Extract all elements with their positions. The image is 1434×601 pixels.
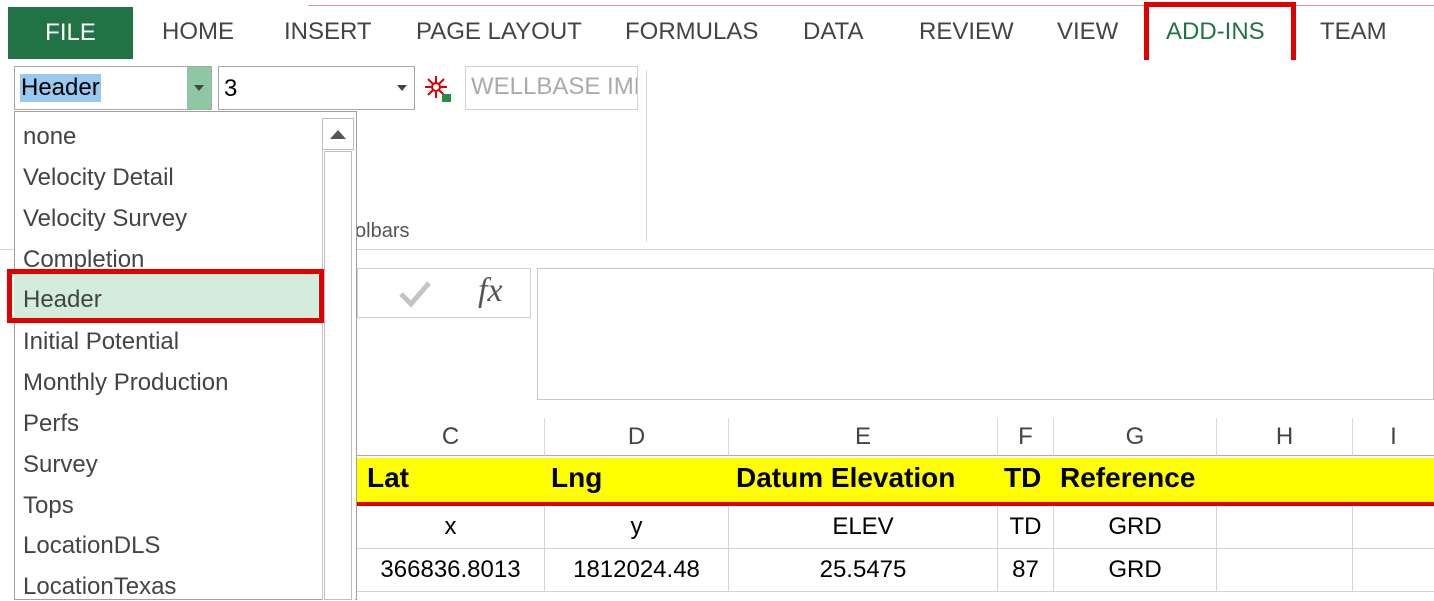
table-cell[interactable]	[1217, 506, 1353, 549]
list-item[interactable]: Survey	[23, 451, 98, 479]
table-cell[interactable]: 25.5475	[729, 549, 998, 592]
table-cell[interactable]	[1353, 549, 1434, 592]
scroll-up-icon[interactable]	[322, 118, 354, 150]
list-item[interactable]: Velocity Survey	[23, 205, 187, 233]
ribbon-group-separator	[646, 70, 647, 242]
wellbase-import-button[interactable]: WELLBASE IMP	[465, 66, 638, 110]
import-star-icon[interactable]	[424, 74, 454, 104]
tab-home[interactable]: HOME	[162, 18, 234, 46]
column-header-i[interactable]: I	[1353, 418, 1434, 456]
tab-data[interactable]: DATA	[803, 18, 863, 46]
add-ins-highlight-box	[1144, 2, 1296, 66]
list-item[interactable]: Velocity Detail	[23, 164, 174, 192]
table-cell[interactable]: x	[357, 506, 545, 549]
tab-review[interactable]: REVIEW	[919, 18, 1014, 46]
list-item[interactable]: LocationDLS	[23, 532, 160, 560]
cell-lat[interactable]: Lat	[367, 462, 409, 494]
type-select[interactable]: Header	[14, 66, 212, 110]
column-header-h[interactable]: H	[1217, 418, 1353, 456]
list-item[interactable]: LocationTexas	[23, 573, 176, 601]
cell-reference[interactable]: Reference	[1060, 462, 1195, 494]
table-cell[interactable]: 87	[998, 549, 1054, 592]
chevron-down-icon[interactable]	[390, 67, 414, 109]
column-header-f[interactable]: F	[998, 418, 1054, 456]
formula-bar-buttons	[357, 268, 531, 318]
tab-page-layout[interactable]: PAGE LAYOUT	[416, 18, 582, 46]
count-select-value: 3	[224, 75, 238, 102]
table-cell[interactable]: 366836.8013	[357, 549, 545, 592]
tab-file[interactable]: FILE	[8, 7, 133, 59]
tab-insert[interactable]: INSERT	[284, 18, 372, 46]
column-header-d[interactable]: D	[545, 418, 729, 456]
enter-check-icon[interactable]	[398, 280, 432, 308]
table-cell[interactable]: GRD	[1054, 549, 1217, 592]
list-item[interactable]: Initial Potential	[23, 328, 179, 356]
table-cell[interactable]: ELEV	[729, 506, 998, 549]
column-header-e[interactable]: E	[729, 418, 998, 456]
ribbon-group-label: olbars	[355, 220, 410, 242]
column-header-c[interactable]: C	[357, 418, 545, 456]
list-item[interactable]: none	[23, 123, 76, 151]
tab-view[interactable]: VIEW	[1057, 18, 1118, 46]
cell-lng[interactable]: Lng	[551, 462, 602, 494]
list-item[interactable]: Tops	[23, 492, 74, 520]
table-cell[interactable]: GRD	[1054, 506, 1217, 549]
table-cell[interactable]	[1217, 549, 1353, 592]
table-cell[interactable]: 1812024.48	[545, 549, 729, 592]
column-header-g[interactable]: G	[1054, 418, 1217, 456]
header-item-highlight-box	[7, 269, 324, 323]
tab-formulas[interactable]: FORMULAS	[625, 18, 758, 46]
chevron-down-icon[interactable]	[187, 67, 211, 109]
list-item[interactable]: Perfs	[23, 410, 79, 438]
tab-team[interactable]: TEAM	[1320, 18, 1387, 46]
table-cell[interactable]: y	[545, 506, 729, 549]
cell-datum-elevation[interactable]: Datum Elevation	[736, 462, 955, 494]
insert-function-icon[interactable]: fx	[478, 272, 503, 310]
type-select-value: Header	[20, 74, 101, 102]
formula-input[interactable]	[537, 268, 1434, 400]
table-cell[interactable]	[1353, 506, 1434, 549]
cell-td[interactable]: TD	[1004, 462, 1041, 494]
list-item[interactable]: Monthly Production	[23, 369, 228, 397]
table-cell[interactable]: TD	[998, 506, 1054, 549]
scrollbar-thumb[interactable]	[324, 151, 352, 600]
count-select[interactable]: 3	[218, 66, 415, 110]
